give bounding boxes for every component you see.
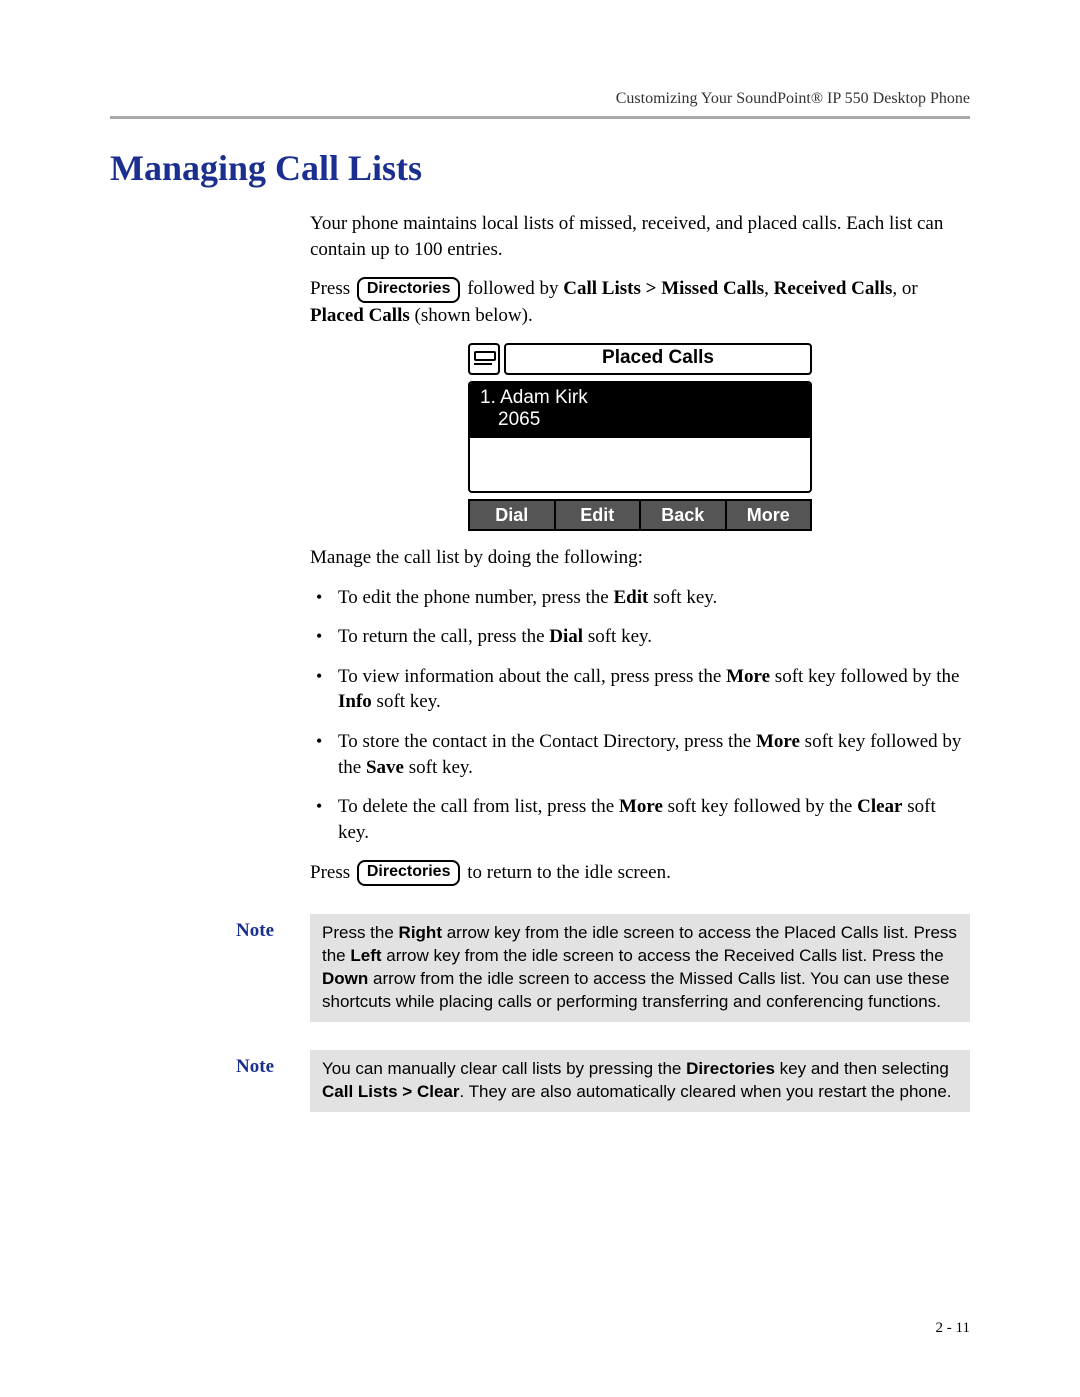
instruction-list: To edit the phone number, press the Edit… (310, 585, 970, 846)
call-list-entry-selected: 1. Adam Kirk 2065 (470, 383, 810, 439)
intro-paragraph: Your phone maintains local lists of miss… (310, 211, 970, 262)
softkey-dial: Dial (468, 499, 556, 531)
text: , (764, 278, 774, 299)
softkey-edit: Edit (556, 499, 642, 531)
note-row: NotePress the Right arrow key from the i… (110, 914, 970, 1022)
directories-button-icon: Directories (357, 277, 461, 303)
press-directories-line: Press Directories followed by Call Lists… (310, 276, 970, 328)
softkey-row: Dial Edit Back More (468, 499, 812, 531)
page: Customizing Your SoundPoint® IP 550 Desk… (0, 0, 1080, 1397)
text: (shown below). (410, 305, 533, 326)
header-rule (110, 116, 970, 119)
phone-screen-illustration: Placed Calls 1. Adam Kirk 2065 Dial Edit… (468, 343, 812, 531)
note-label: Note (110, 914, 310, 1022)
page-number: 2 - 11 (936, 1320, 970, 1337)
softkey-back: Back (641, 499, 727, 531)
text: to return to the idle screen. (467, 862, 671, 883)
instruction-item: To delete the call from list, press the … (310, 794, 970, 845)
directories-button-icon: Directories (357, 860, 461, 886)
received-calls: Received Calls (774, 278, 893, 299)
instruction-item: To store the contact in the Contact Dire… (310, 729, 970, 780)
softkey-more: More (727, 499, 813, 531)
text: followed by (467, 278, 563, 299)
note-label: Note (110, 1050, 310, 1112)
phone-screen-body: 1. Adam Kirk 2065 (468, 381, 812, 493)
phone-screen-title: Placed Calls (504, 343, 812, 375)
note-box: You can manually clear call lists by pre… (310, 1050, 970, 1112)
press-word: Press (310, 862, 350, 883)
running-header: Customizing Your SoundPoint® IP 550 Desk… (110, 90, 970, 108)
entry-name: 1. Adam Kirk (480, 387, 588, 408)
instruction-item: To return the call, press the Dial soft … (310, 624, 970, 650)
path-call-lists: Call Lists > Missed Calls (563, 278, 764, 299)
notes-container: NotePress the Right arrow key from the i… (110, 914, 970, 1112)
body-column: Your phone maintains local lists of miss… (310, 211, 970, 886)
entry-extension: 2065 (480, 409, 800, 432)
return-line: Press Directories to return to the idle … (310, 860, 970, 887)
note-row: NoteYou can manually clear call lists by… (110, 1050, 970, 1112)
manage-lead: Manage the call list by doing the follow… (310, 545, 970, 571)
section-title: Managing Call Lists (110, 147, 970, 189)
note-box: Press the Right arrow key from the idle … (310, 914, 970, 1022)
instruction-item: To view information about the call, pres… (310, 664, 970, 715)
press-word: Press (310, 278, 350, 299)
text: , or (892, 278, 917, 299)
instruction-item: To edit the phone number, press the Edit… (310, 585, 970, 611)
placed-calls: Placed Calls (310, 305, 410, 326)
phone-list-icon (468, 343, 500, 375)
